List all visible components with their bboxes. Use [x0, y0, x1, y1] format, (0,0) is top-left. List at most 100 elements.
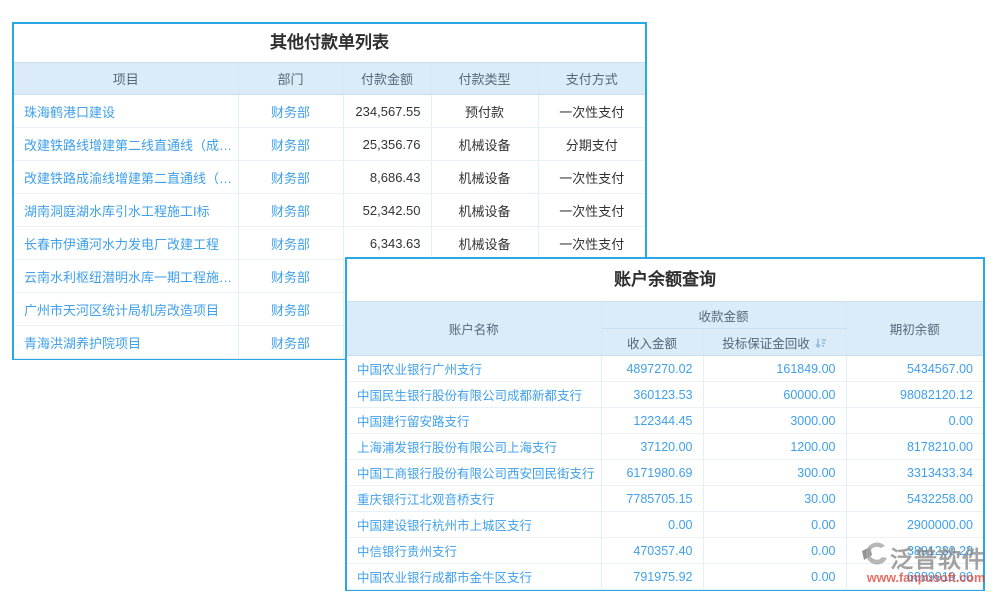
- payment-amount-cell: 52,342.50: [343, 194, 431, 227]
- account-name-link[interactable]: 中国农业银行广州支行: [347, 356, 601, 382]
- balance-row: 中国工商银行股份有限公司西安回民街支行6171980.69300.0033134…: [347, 460, 983, 486]
- payment-amount-cell: 234,567.55: [343, 95, 431, 128]
- balance-row: 中国农业银行成都市金牛区支行791975.920.006889919.00: [347, 564, 983, 590]
- payment-amount-cell: 8,686.43: [343, 161, 431, 194]
- opening-balance-cell: 5434567.00: [846, 356, 983, 382]
- payment-method-cell: 一次性支付: [538, 161, 645, 194]
- project-link[interactable]: 湖南洞庭湖水库引水工程施工I标: [14, 194, 238, 227]
- payment-method-cell: 一次性支付: [538, 227, 645, 260]
- payment-row: 改建铁路线增建第二线直通线（成都-...财务部25,356.76机械设备分期支付: [14, 128, 645, 161]
- balance-row: 中国建行留安路支行122344.453000.000.00: [347, 408, 983, 434]
- project-link[interactable]: 广州市天河区统计局机房改造项目: [14, 293, 238, 326]
- balance-row: 重庆银行江北观音桥支行7785705.1530.005432258.00: [347, 486, 983, 512]
- payment-type-cell: 预付款: [431, 95, 538, 128]
- payment-row: 珠海鹤港口建设财务部234,567.55预付款一次性支付: [14, 95, 645, 128]
- account-name-link[interactable]: 中国建行留安路支行: [347, 408, 601, 434]
- payment-row: 改建铁路成渝线增建第二直通线（成...财务部8,686.43机械设备一次性支付: [14, 161, 645, 194]
- project-link[interactable]: 青海洪湖养护院项目: [14, 326, 238, 359]
- col-header-account: 账户名称: [347, 302, 601, 356]
- col-header-income: 收入金额: [601, 329, 703, 356]
- col-header-bid-refund-label: 投标保证金回收: [722, 337, 810, 351]
- bid-refund-cell: 1200.00: [703, 434, 846, 460]
- department-link[interactable]: 财务部: [238, 194, 343, 227]
- account-name-link[interactable]: 中国农业银行成都市金牛区支行: [347, 564, 601, 590]
- balance-header-row-1: 账户名称 收款金额 期初余额: [347, 302, 983, 329]
- col-header-receipt-group: 收款金额: [601, 302, 846, 329]
- balance-query-panel: 账户余额查询 账户名称 收款金额 期初余额 收入金额 投标保证金回收 中国农业银…: [345, 257, 985, 591]
- payment-method-cell: 一次性支付: [538, 95, 645, 128]
- payment-header-row: 项目 部门 付款金额 付款类型 支付方式: [14, 63, 645, 95]
- balance-row: 中信银行贵州支行470357.400.003891230.23: [347, 538, 983, 564]
- payment-list-title: 其他付款单列表: [14, 24, 645, 62]
- opening-balance-cell: 6889919.00: [846, 564, 983, 590]
- col-header-bid-refund[interactable]: 投标保证金回收: [703, 329, 846, 356]
- account-name-link[interactable]: 上海浦发银行股份有限公司上海支行: [347, 434, 601, 460]
- balance-row: 中国建设银行杭州市上城区支行0.000.002900000.00: [347, 512, 983, 538]
- bid-refund-cell: 3000.00: [703, 408, 846, 434]
- department-link[interactable]: 财务部: [238, 326, 343, 359]
- balance-row: 上海浦发银行股份有限公司上海支行37120.001200.008178210.0…: [347, 434, 983, 460]
- col-header-opening: 期初余额: [846, 302, 983, 356]
- opening-balance-cell: 5432258.00: [846, 486, 983, 512]
- income-amount-cell: 122344.45: [601, 408, 703, 434]
- income-amount-cell: 791975.92: [601, 564, 703, 590]
- opening-balance-cell: 3891230.23: [846, 538, 983, 564]
- account-name-link[interactable]: 中国建设银行杭州市上城区支行: [347, 512, 601, 538]
- payment-method-cell: 一次性支付: [538, 194, 645, 227]
- department-link[interactable]: 财务部: [238, 227, 343, 260]
- bid-refund-cell: 0.00: [703, 512, 846, 538]
- department-link[interactable]: 财务部: [238, 128, 343, 161]
- opening-balance-cell: 2900000.00: [846, 512, 983, 538]
- app-canvas: 其他付款单列表 项目 部门 付款金额 付款类型 支付方式 珠海鹤港口建设财务部2…: [0, 0, 1000, 600]
- payment-type-cell: 机械设备: [431, 194, 538, 227]
- opening-balance-cell: 0.00: [846, 408, 983, 434]
- department-link[interactable]: 财务部: [238, 161, 343, 194]
- sort-descending-icon[interactable]: [815, 337, 827, 352]
- department-link[interactable]: 财务部: [238, 260, 343, 293]
- bid-refund-cell: 60000.00: [703, 382, 846, 408]
- payment-type-cell: 机械设备: [431, 227, 538, 260]
- col-header-method: 支付方式: [538, 63, 645, 95]
- col-header-amount: 付款金额: [343, 63, 431, 95]
- col-header-department: 部门: [238, 63, 343, 95]
- opening-balance-cell: 8178210.00: [846, 434, 983, 460]
- project-link[interactable]: 改建铁路成渝线增建第二直通线（成...: [14, 161, 238, 194]
- payment-row: 湖南洞庭湖水库引水工程施工I标财务部52,342.50机械设备一次性支付: [14, 194, 645, 227]
- project-link[interactable]: 长春市伊通河水力发电厂改建工程: [14, 227, 238, 260]
- opening-balance-cell: 98082120.12: [846, 382, 983, 408]
- account-name-link[interactable]: 中国工商银行股份有限公司西安回民街支行: [347, 460, 601, 486]
- income-amount-cell: 360123.53: [601, 382, 703, 408]
- payment-type-cell: 机械设备: [431, 128, 538, 161]
- bid-refund-cell: 0.00: [703, 538, 846, 564]
- balance-table: 账户名称 收款金额 期初余额 收入金额 投标保证金回收 中国农业银行广州支行48…: [347, 301, 983, 590]
- project-link[interactable]: 云南水利枢纽潜明水库一期工程施工I标: [14, 260, 238, 293]
- income-amount-cell: 470357.40: [601, 538, 703, 564]
- project-link[interactable]: 改建铁路线增建第二线直通线（成都-...: [14, 128, 238, 161]
- col-header-type: 付款类型: [431, 63, 538, 95]
- income-amount-cell: 7785705.15: [601, 486, 703, 512]
- payment-row: 长春市伊通河水力发电厂改建工程财务部6,343.63机械设备一次性支付: [14, 227, 645, 260]
- col-header-project: 项目: [14, 63, 238, 95]
- bid-refund-cell: 300.00: [703, 460, 846, 486]
- account-name-link[interactable]: 中国民生银行股份有限公司成都新都支行: [347, 382, 601, 408]
- account-name-link[interactable]: 中信银行贵州支行: [347, 538, 601, 564]
- income-amount-cell: 6171980.69: [601, 460, 703, 486]
- bid-refund-cell: 161849.00: [703, 356, 846, 382]
- payment-method-cell: 分期支付: [538, 128, 645, 161]
- balance-query-title: 账户余额查询: [347, 259, 983, 301]
- income-amount-cell: 0.00: [601, 512, 703, 538]
- bid-refund-cell: 30.00: [703, 486, 846, 512]
- account-name-link[interactable]: 重庆银行江北观音桥支行: [347, 486, 601, 512]
- income-amount-cell: 4897270.02: [601, 356, 703, 382]
- opening-balance-cell: 3313433.34: [846, 460, 983, 486]
- payment-amount-cell: 6,343.63: [343, 227, 431, 260]
- payment-amount-cell: 25,356.76: [343, 128, 431, 161]
- department-link[interactable]: 财务部: [238, 95, 343, 128]
- balance-row: 中国农业银行广州支行4897270.02161849.005434567.00: [347, 356, 983, 382]
- bid-refund-cell: 0.00: [703, 564, 846, 590]
- income-amount-cell: 37120.00: [601, 434, 703, 460]
- payment-type-cell: 机械设备: [431, 161, 538, 194]
- balance-row: 中国民生银行股份有限公司成都新都支行360123.5360000.0098082…: [347, 382, 983, 408]
- project-link[interactable]: 珠海鹤港口建设: [14, 95, 238, 128]
- department-link[interactable]: 财务部: [238, 293, 343, 326]
